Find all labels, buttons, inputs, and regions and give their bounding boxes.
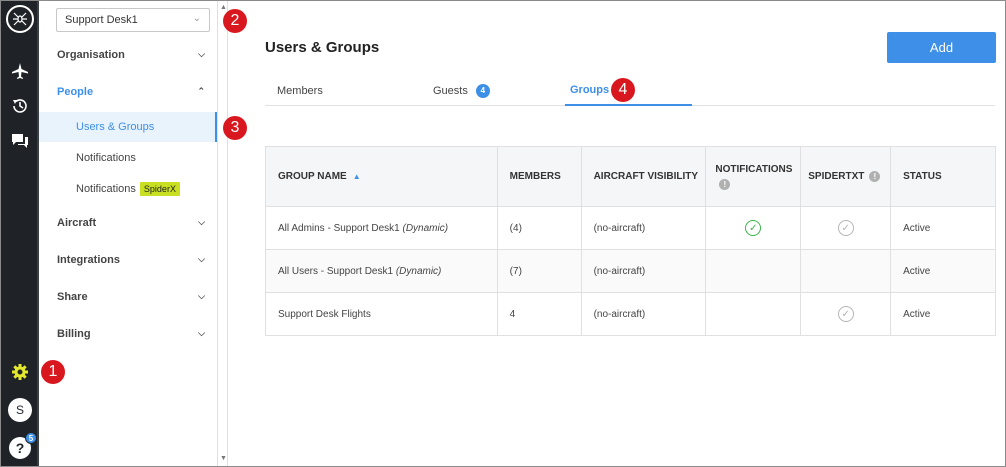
nav-notifications-spiderx[interactable]: Notifications SpiderX: [39, 174, 217, 204]
callout-1: 1: [41, 360, 65, 384]
header-members: MEMBERS: [496, 147, 581, 206]
nav-users-groups[interactable]: Users & Groups: [39, 112, 217, 142]
table-row[interactable]: Support Desk Flights 4 (no-aircraft) ✓ A…: [266, 292, 995, 335]
aircraft-cell: (no-aircraft): [580, 207, 706, 249]
callout-2: 2: [223, 9, 247, 33]
chat-icon[interactable]: [1, 127, 39, 155]
spiderx-tag: SpiderX: [139, 182, 180, 196]
app-window: S ? 5 Support Desk1 ⌄ Organisation ⌵ Peo…: [0, 0, 1006, 467]
group-name-cell: All Users - Support Desk1 (Dynamic): [278, 265, 442, 277]
chevron-down-icon: ⌵: [198, 254, 205, 264]
page-title: Users & Groups: [265, 39, 380, 56]
chevron-down-icon: ⌵: [198, 291, 205, 301]
icon-rail: S ? 5: [1, 1, 39, 466]
notifications-cell: ✓: [705, 207, 800, 249]
spidertxt-cell: ✓: [800, 207, 890, 249]
nav-billing[interactable]: Billing ⌵: [39, 319, 217, 349]
chevron-down-icon: ⌄: [192, 13, 201, 24]
side-navigation: Support Desk1 ⌄ Organisation ⌵ People ⌃ …: [39, 1, 217, 466]
spidertxt-cell: [800, 250, 890, 292]
nav-aircraft[interactable]: Aircraft ⌵: [39, 208, 217, 238]
callout-3: 3: [223, 116, 247, 140]
account-selector[interactable]: Support Desk1 ⌄: [56, 8, 210, 32]
gear-icon[interactable]: [1, 358, 39, 386]
nav-people[interactable]: People ⌃: [39, 77, 217, 107]
sidebar-scrollbar[interactable]: ▲ ▼: [217, 1, 228, 466]
avatar[interactable]: S: [1, 396, 39, 424]
table-header-row: GROUP NAME ▲ MEMBERS AIRCRAFT VISIBILITY…: [266, 147, 995, 206]
callout-4: 4: [611, 78, 635, 102]
scroll-down-icon[interactable]: ▼: [220, 455, 227, 462]
members-cell: (4): [496, 207, 581, 249]
chevron-up-icon: ⌃: [197, 86, 205, 96]
nav-notifications[interactable]: Notifications: [39, 143, 217, 173]
notifications-cell: [705, 293, 800, 335]
check-circle-icon: ✓: [745, 220, 762, 236]
tab-guests[interactable]: Guests 4: [433, 75, 490, 106]
add-button[interactable]: Add: [887, 32, 996, 63]
help-badge: 5: [25, 432, 37, 444]
chevron-down-icon: ⌵: [198, 328, 205, 338]
header-notifications: NOTIFICATIONS !: [705, 147, 800, 206]
airplane-icon[interactable]: [1, 57, 39, 85]
header-spidertxt: SPIDERTXT !: [800, 147, 890, 206]
spider-logo-icon[interactable]: [1, 5, 39, 33]
chevron-down-icon: ⌵: [198, 217, 205, 227]
nav-share[interactable]: Share ⌵: [39, 282, 217, 312]
history-icon[interactable]: [1, 92, 39, 120]
aircraft-cell: (no-aircraft): [580, 250, 706, 292]
check-circle-icon: ✓: [837, 306, 854, 322]
chevron-down-icon: ⌵: [198, 49, 205, 59]
header-aircraft-visibility: AIRCRAFT VISIBILITY: [580, 147, 706, 206]
scroll-up-icon[interactable]: ▲: [220, 4, 227, 11]
status-cell: Active: [890, 207, 995, 249]
tab-members[interactable]: Members: [277, 75, 323, 106]
nav-integrations[interactable]: Integrations ⌵: [39, 245, 217, 275]
status-cell: Active: [890, 293, 995, 335]
info-icon[interactable]: !: [869, 171, 881, 182]
header-status: STATUS: [890, 147, 995, 206]
check-circle-icon: ✓: [837, 220, 854, 236]
spidertxt-cell: ✓: [800, 293, 890, 335]
help-icon[interactable]: ? 5: [1, 432, 39, 462]
guests-count-badge: 4: [475, 83, 490, 98]
group-name-cell: All Admins - Support Desk1 (Dynamic): [278, 222, 449, 234]
notifications-cell: [705, 250, 800, 292]
nav-organisation[interactable]: Organisation ⌵: [39, 40, 217, 70]
members-cell: (7): [496, 250, 581, 292]
groups-table: GROUP NAME ▲ MEMBERS AIRCRAFT VISIBILITY…: [265, 146, 996, 336]
info-icon[interactable]: !: [719, 178, 731, 190]
sort-icon[interactable]: ▲: [353, 172, 361, 181]
table-row[interactable]: All Admins - Support Desk1 (Dynamic) (4)…: [266, 206, 995, 249]
main-content: Users & Groups Add Members Guests 4 Grou…: [229, 1, 1005, 466]
table-row[interactable]: All Users - Support Desk1 (Dynamic) (7) …: [266, 249, 995, 292]
members-cell: 4: [496, 293, 581, 335]
header-group-name[interactable]: GROUP NAME ▲: [266, 147, 497, 206]
aircraft-cell: (no-aircraft): [580, 293, 706, 335]
status-cell: Active: [890, 250, 995, 292]
group-name-cell: Support Desk Flights: [278, 308, 371, 320]
